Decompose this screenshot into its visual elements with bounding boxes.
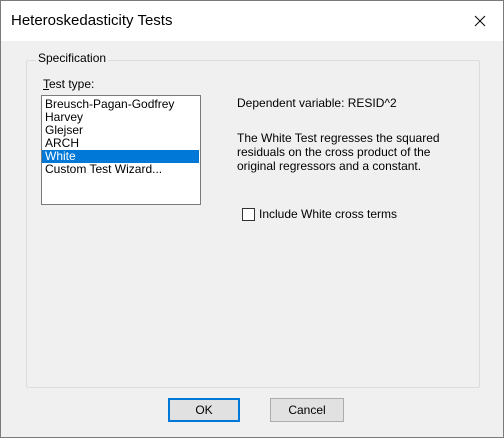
cross-terms-option[interactable]: Include White cross terms — [242, 207, 397, 221]
test-description: The White Test regresses the squared res… — [237, 131, 467, 173]
list-item[interactable]: Custom Test Wizard... — [42, 163, 199, 176]
test-type-list[interactable]: Breusch-Pagan-Godfrey Harvey Glejser ARC… — [41, 95, 201, 205]
dependent-variable-text: Dependent variable: RESID^2 — [237, 96, 397, 110]
title-bar: Heteroskedasticity Tests — [1, 1, 503, 41]
description-line: original regressors and a constant. — [237, 159, 422, 173]
test-type-label-rest: est type: — [49, 77, 95, 91]
close-icon — [474, 15, 486, 27]
cross-terms-checkbox[interactable] — [242, 207, 255, 221]
cross-terms-label: Include White cross terms — [259, 207, 398, 221]
ok-button[interactable]: OK — [168, 398, 240, 422]
description-line: The White Test regresses the squared — [237, 131, 440, 145]
specification-label: Specification — [36, 51, 109, 65]
test-type-label: Test type: — [43, 77, 94, 91]
cancel-button[interactable]: Cancel — [270, 398, 344, 422]
description-line: residuals on the cross product of the — [237, 145, 431, 159]
dialog-title: Heteroskedasticity Tests — [11, 12, 173, 29]
close-button[interactable] — [457, 1, 503, 41]
